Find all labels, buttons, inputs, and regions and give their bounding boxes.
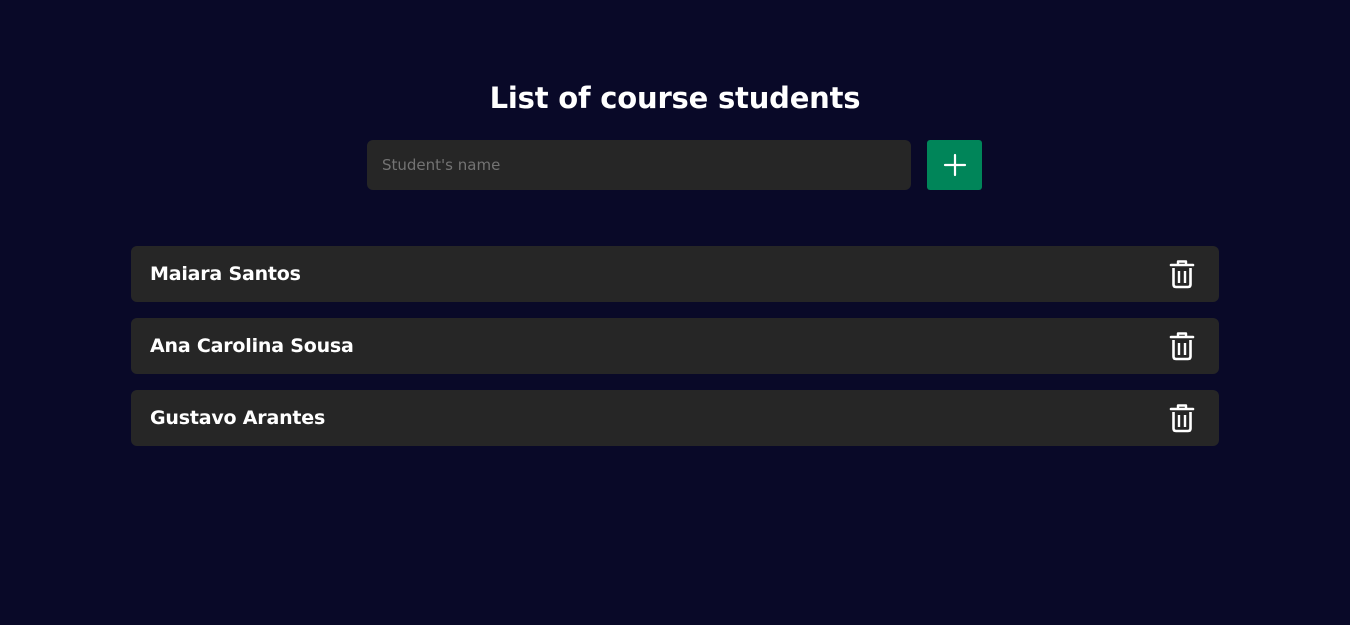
- add-student-button[interactable]: [927, 140, 982, 190]
- trash-icon: [1169, 403, 1195, 433]
- delete-student-button[interactable]: [1167, 258, 1197, 290]
- student-list: Maiara Santos Ana Carolina Sousa Gustavo…: [131, 246, 1219, 446]
- page-title: List of course students: [489, 81, 861, 115]
- list-item: Ana Carolina Sousa: [131, 318, 1219, 374]
- plus-icon: [943, 153, 967, 177]
- list-item: Gustavo Arantes: [131, 390, 1219, 446]
- student-name: Maiara Santos: [150, 263, 301, 285]
- list-item: Maiara Santos: [131, 246, 1219, 302]
- student-name: Gustavo Arantes: [150, 407, 326, 429]
- trash-icon: [1169, 259, 1195, 289]
- trash-icon: [1169, 331, 1195, 361]
- student-name: Ana Carolina Sousa: [150, 335, 354, 357]
- add-student-form: [367, 140, 982, 190]
- delete-student-button[interactable]: [1167, 330, 1197, 362]
- delete-student-button[interactable]: [1167, 402, 1197, 434]
- student-name-input[interactable]: [367, 140, 911, 190]
